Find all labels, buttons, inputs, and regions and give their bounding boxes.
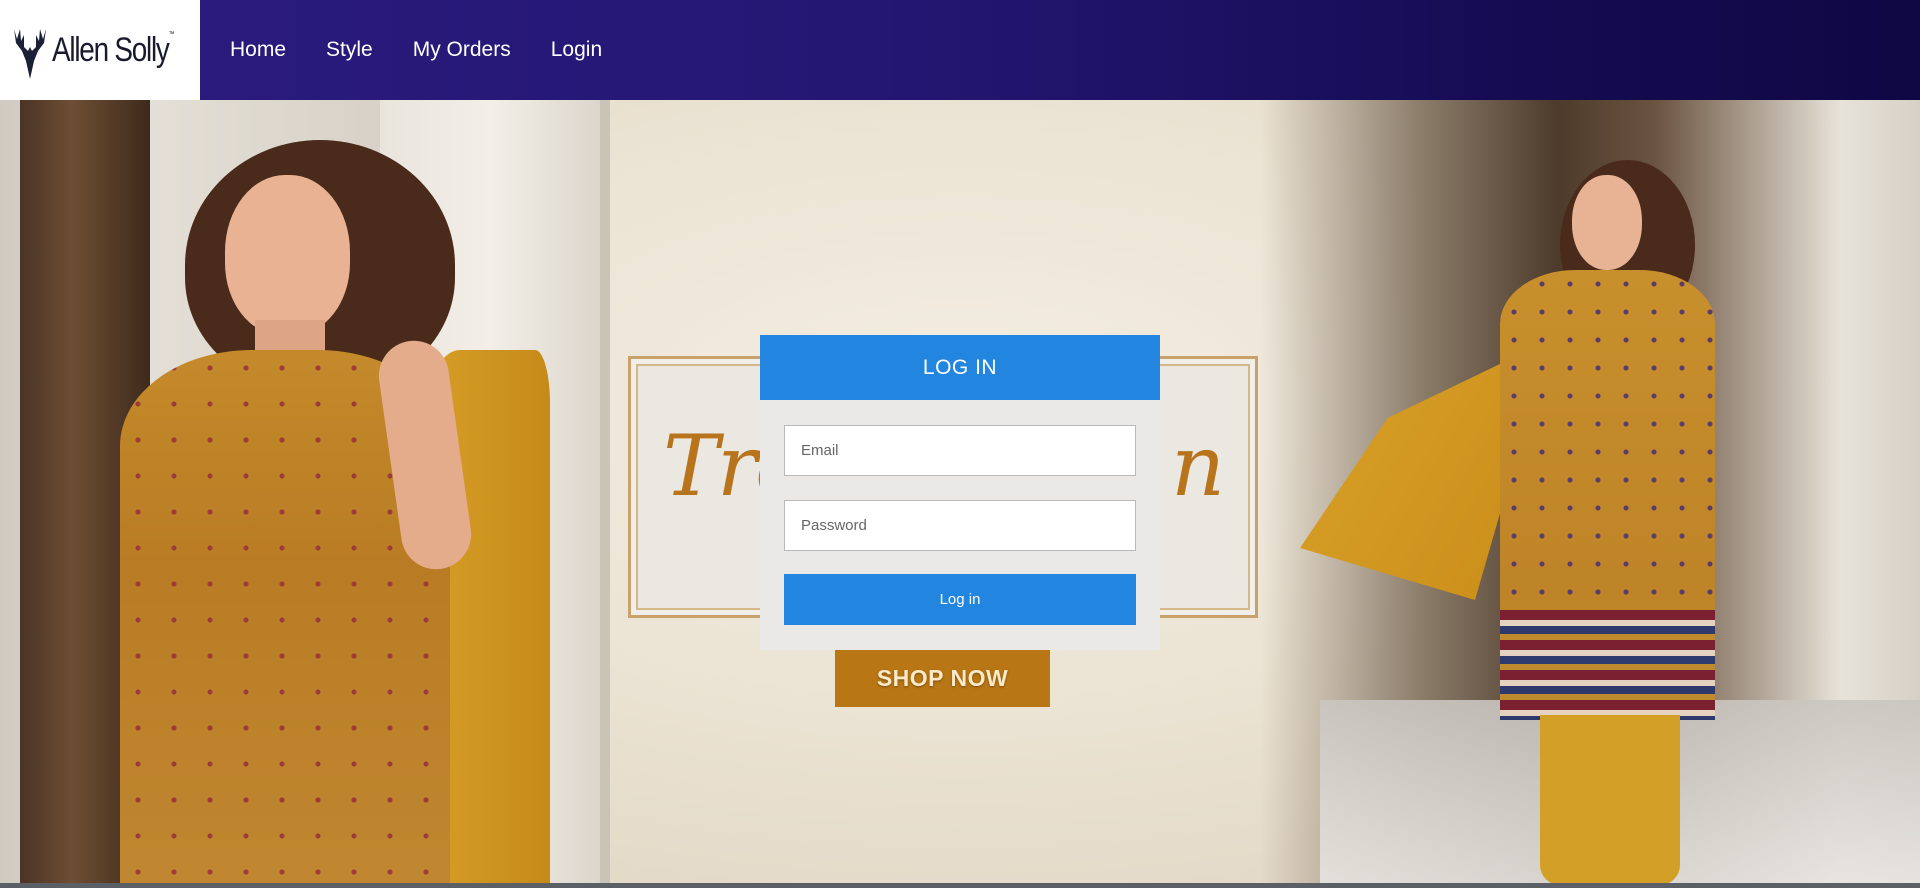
password-field[interactable] [784, 500, 1136, 551]
deer-antlers-icon [14, 29, 46, 79]
nav-link-my-orders[interactable]: My Orders [413, 38, 511, 62]
login-submit-button[interactable]: Log in [784, 574, 1136, 625]
model-right-pants [1540, 715, 1680, 883]
brand-name: Allen Solly™ [52, 30, 174, 69]
model-left-face [225, 175, 350, 335]
shop-now-button[interactable]: SHOP NOW [835, 650, 1050, 707]
nav-link-style[interactable]: Style [326, 38, 373, 62]
email-field[interactable] [784, 425, 1136, 476]
top-navbar: Allen Solly™ Home Style My Orders Login [0, 0, 1920, 100]
login-title: LOG IN [760, 335, 1160, 400]
nav-link-login[interactable]: Login [551, 38, 602, 62]
main-nav: Home Style My Orders Login [230, 38, 642, 62]
banner-script-right: n [1171, 417, 1225, 515]
page-bottom-edge [0, 883, 1920, 888]
model-right-dress-border [1500, 610, 1715, 720]
brand-logo[interactable]: Allen Solly™ [0, 0, 200, 100]
login-panel: LOG IN Log in [760, 335, 1160, 650]
model-right-face [1572, 175, 1642, 270]
nav-link-home[interactable]: Home [230, 38, 286, 62]
